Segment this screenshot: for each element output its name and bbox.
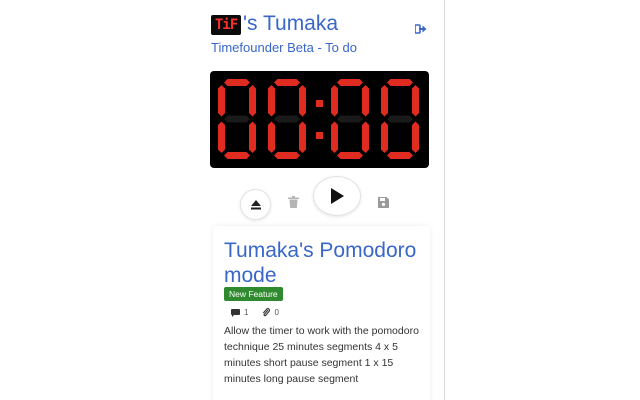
digit-segment-c bbox=[299, 121, 306, 153]
paperclip-icon bbox=[263, 308, 271, 317]
title-row: TiF 's Tumaka bbox=[211, 12, 433, 36]
timer-controls bbox=[210, 176, 429, 220]
digit-segment-f bbox=[381, 85, 388, 117]
colon-dot bbox=[316, 132, 323, 139]
digit-segment-g bbox=[274, 115, 300, 123]
attachments-count: 0 bbox=[274, 308, 279, 317]
page-subtitle: Timefounder Beta - To do bbox=[211, 40, 357, 55]
header: TiF 's Tumaka Timefounder Beta - To do bbox=[211, 12, 433, 55]
digit-segment-a bbox=[274, 79, 300, 86]
play-icon bbox=[331, 188, 344, 204]
digit-segment-c bbox=[412, 121, 419, 153]
digit-segment-d bbox=[337, 152, 363, 159]
app-title: 's Tumaka bbox=[243, 12, 339, 35]
save-button[interactable] bbox=[376, 195, 390, 209]
digit-segment-c bbox=[249, 121, 256, 153]
trash-icon bbox=[287, 196, 299, 208]
digit-segment-d bbox=[274, 152, 300, 159]
colon-dot bbox=[316, 100, 323, 107]
task-card[interactable]: Tumaka's Pomodoro mode New Feature 1 0 A… bbox=[213, 226, 430, 400]
timer-display bbox=[210, 71, 429, 168]
eject-button[interactable] bbox=[240, 189, 271, 220]
task-meta: 1 0 bbox=[231, 308, 293, 317]
extension-popup: TiF 's Tumaka Timefounder Beta - To do T… bbox=[0, 0, 640, 400]
comments-counter: 1 bbox=[231, 308, 248, 317]
digit-segment-f bbox=[218, 85, 225, 117]
digit-segment-e bbox=[218, 121, 225, 153]
digit-segment-b bbox=[362, 85, 369, 117]
task-description: Allow the timer to work with the pomodor… bbox=[224, 325, 419, 385]
window-divider bbox=[444, 0, 445, 400]
digit-segment-e bbox=[331, 121, 338, 153]
digit-segment-a bbox=[387, 79, 413, 86]
digit-segment-b bbox=[412, 85, 419, 117]
digit-segment-g bbox=[337, 115, 363, 123]
digit-segment-e bbox=[268, 121, 275, 153]
digit-segment-d bbox=[387, 152, 413, 159]
digit-segment-a bbox=[224, 79, 250, 86]
save-icon bbox=[377, 196, 389, 208]
logout-icon[interactable] bbox=[414, 22, 429, 34]
digit-segment-b bbox=[299, 85, 306, 117]
digit-segment-c bbox=[362, 121, 369, 153]
play-button[interactable] bbox=[313, 176, 361, 216]
digit-segment-a bbox=[337, 79, 363, 86]
delete-button[interactable] bbox=[285, 194, 301, 210]
app-logo: TiF bbox=[211, 15, 241, 35]
status-badge: New Feature bbox=[224, 287, 283, 301]
digit-segment-d bbox=[224, 152, 250, 159]
digit-segment-b bbox=[249, 85, 256, 117]
attachments-counter: 0 bbox=[262, 308, 279, 317]
digit-segment-e bbox=[381, 121, 388, 153]
digit-segment-f bbox=[268, 85, 275, 117]
digit-segment-g bbox=[224, 115, 250, 123]
timer-digits bbox=[218, 79, 419, 159]
task-title: Tumaka's Pomodoro mode bbox=[224, 239, 417, 287]
eject-icon bbox=[250, 199, 261, 209]
comments-count: 1 bbox=[244, 308, 249, 317]
digit-segment-g bbox=[387, 115, 413, 123]
comment-icon bbox=[231, 308, 240, 317]
digit-segment-f bbox=[331, 85, 338, 117]
